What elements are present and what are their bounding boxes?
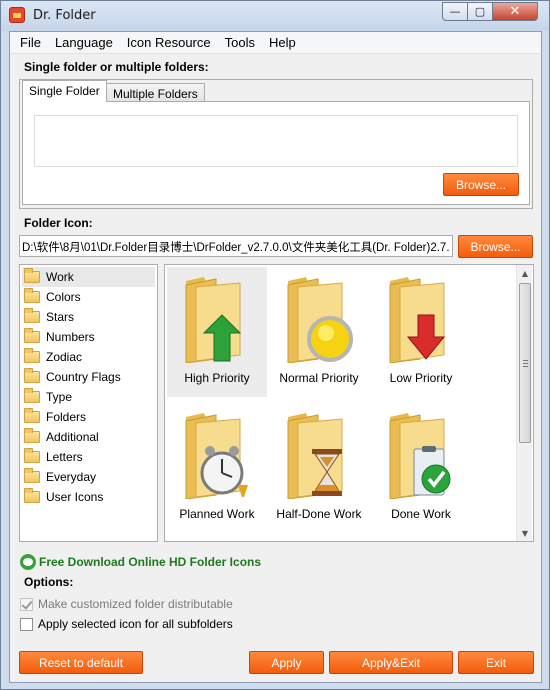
icon-label: Planned Work bbox=[179, 507, 255, 521]
down-arrow-icon bbox=[389, 277, 446, 363]
category-label: Letters bbox=[46, 450, 83, 464]
download-icons-link[interactable]: Free Download Online HD Folder Icons bbox=[20, 554, 261, 570]
category-item-numbers[interactable]: Numbers bbox=[20, 327, 157, 347]
folder-drop-field[interactable] bbox=[34, 115, 518, 167]
category-label: Additional bbox=[46, 430, 99, 444]
menu-bar: File Language Icon Resource Tools Help bbox=[10, 32, 541, 54]
icon-half-done-work[interactable]: Half-Done Work bbox=[269, 403, 369, 533]
icon-done-work[interactable]: Done Work bbox=[371, 403, 471, 533]
icon-high-priority[interactable]: High Priority bbox=[167, 267, 267, 397]
scroll-thumb[interactable] bbox=[519, 283, 531, 443]
category-list: Work Colors Stars Numbers Zodiac Country… bbox=[19, 264, 158, 542]
scroll-down-icon[interactable]: ▼ bbox=[517, 525, 533, 541]
folder-icon bbox=[24, 308, 40, 323]
icon-normal-priority[interactable]: Normal Priority bbox=[269, 267, 369, 397]
category-item-colors[interactable]: Colors bbox=[20, 287, 157, 307]
folder-icon bbox=[24, 468, 40, 483]
icon-path-field[interactable]: D:\软件\8月\01\Dr.Folder目录博士\DrFolder_v2.7.… bbox=[19, 235, 453, 257]
circle-icon bbox=[287, 277, 353, 363]
up-arrow-icon bbox=[185, 277, 242, 363]
download-link-label: Free Download Online HD Folder Icons bbox=[39, 555, 262, 569]
folder-icon bbox=[24, 488, 40, 503]
icon-label: Low Priority bbox=[389, 371, 453, 385]
category-label: Everyday bbox=[46, 470, 97, 484]
folder-icon-heading: Folder Icon: bbox=[24, 216, 93, 230]
category-item-everyday[interactable]: Everyday bbox=[20, 467, 157, 487]
category-label: Numbers bbox=[46, 330, 95, 344]
icon-browse-button[interactable]: Browse... bbox=[458, 235, 533, 258]
apply-and-exit-button[interactable]: Apply&Exit bbox=[329, 651, 453, 674]
target-folders-heading: Single folder or multiple folders: bbox=[24, 60, 209, 74]
tab-single-folder[interactable]: Single Folder bbox=[22, 80, 107, 102]
menu-file[interactable]: File bbox=[13, 35, 48, 50]
scroll-up-icon[interactable]: ▲ bbox=[517, 265, 533, 281]
folder-icon bbox=[24, 348, 40, 363]
tab-multiple-folders[interactable]: Multiple Folders bbox=[106, 83, 205, 102]
category-label: Folders bbox=[46, 410, 87, 424]
icon-low-priority[interactable]: Low Priority bbox=[371, 267, 471, 397]
menu-language[interactable]: Language bbox=[48, 35, 120, 50]
folder-icon bbox=[24, 328, 40, 343]
menu-help[interactable]: Help bbox=[262, 35, 303, 50]
grip-icon bbox=[523, 360, 528, 367]
category-label: Colors bbox=[46, 290, 81, 304]
folder-icon bbox=[24, 368, 40, 383]
category-item-folders[interactable]: Folders bbox=[20, 407, 157, 427]
category-label: Country Flags bbox=[46, 370, 121, 384]
category-label: Zodiac bbox=[46, 350, 83, 364]
icon-planned-work[interactable]: Planned Work bbox=[167, 403, 267, 533]
category-item-letters[interactable]: Letters bbox=[20, 447, 157, 467]
icon-grid: High Priority Normal Priority Low Priori… bbox=[164, 264, 534, 542]
distributable-label: Make customized folder distributable bbox=[38, 597, 233, 611]
category-item-stars[interactable]: Stars bbox=[20, 307, 157, 327]
hourglass-icon bbox=[287, 413, 343, 499]
alarm-clock-icon bbox=[185, 413, 248, 499]
menu-tools[interactable]: Tools bbox=[218, 35, 262, 50]
apply-button[interactable]: Apply bbox=[249, 651, 324, 674]
folder-icon bbox=[24, 428, 40, 443]
folder-icon bbox=[24, 388, 40, 403]
exit-button[interactable]: Exit bbox=[458, 651, 534, 674]
minimize-button[interactable]: — bbox=[442, 2, 468, 21]
folder-icon bbox=[24, 268, 40, 283]
folder-browse-button[interactable]: Browse... bbox=[443, 173, 519, 196]
category-label: User Icons bbox=[46, 490, 104, 504]
apply-subfolders-label: Apply selected icon for all subfolders bbox=[38, 617, 233, 631]
category-item-type[interactable]: Type bbox=[20, 387, 157, 407]
folder-icon bbox=[24, 288, 40, 303]
icon-label: Half-Done Work bbox=[276, 507, 362, 521]
app-folder-icon bbox=[9, 7, 25, 23]
client-area: File Language Icon Resource Tools Help S… bbox=[9, 31, 542, 683]
category-item-work[interactable]: Work bbox=[22, 267, 155, 287]
category-item-country-flags[interactable]: Country Flags bbox=[20, 367, 157, 387]
icon-label: Done Work bbox=[391, 507, 451, 521]
reset-to-default-button[interactable]: Reset to default bbox=[19, 651, 143, 674]
category-item-additional[interactable]: Additional bbox=[20, 427, 157, 447]
category-label: Stars bbox=[46, 310, 75, 324]
icon-label: High Priority bbox=[184, 371, 250, 385]
folder-icon bbox=[24, 408, 40, 423]
title-bar: Dr. Folder — ▢ ✕ bbox=[1, 1, 549, 31]
option-apply-subfolders: Apply selected icon for all subfolders bbox=[20, 617, 233, 631]
icon-grid-scrollbar[interactable]: ▲ ▼ bbox=[516, 265, 532, 541]
maximize-button[interactable]: ▢ bbox=[467, 2, 493, 21]
category-item-zodiac[interactable]: Zodiac bbox=[20, 347, 157, 367]
close-button[interactable]: ✕ bbox=[492, 2, 538, 21]
category-label: Type bbox=[46, 390, 73, 404]
option-distributable: Make customized folder distributable bbox=[20, 597, 233, 611]
smiley-download-icon bbox=[20, 554, 36, 570]
distributable-checkbox[interactable] bbox=[20, 597, 33, 611]
clipboard-check-icon bbox=[389, 413, 451, 499]
icon-label: Normal Priority bbox=[279, 371, 359, 385]
apply-subfolders-checkbox[interactable] bbox=[20, 617, 33, 631]
options-heading: Options: bbox=[24, 575, 74, 589]
window-title: Dr. Folder bbox=[33, 8, 96, 23]
category-item-user-icons[interactable]: User Icons bbox=[20, 487, 157, 507]
app-window: Dr. Folder — ▢ ✕ File Language Icon Reso… bbox=[0, 0, 550, 690]
menu-icon-resource[interactable]: Icon Resource bbox=[120, 35, 218, 50]
category-label: Work bbox=[46, 270, 74, 284]
folder-icon bbox=[24, 448, 40, 463]
